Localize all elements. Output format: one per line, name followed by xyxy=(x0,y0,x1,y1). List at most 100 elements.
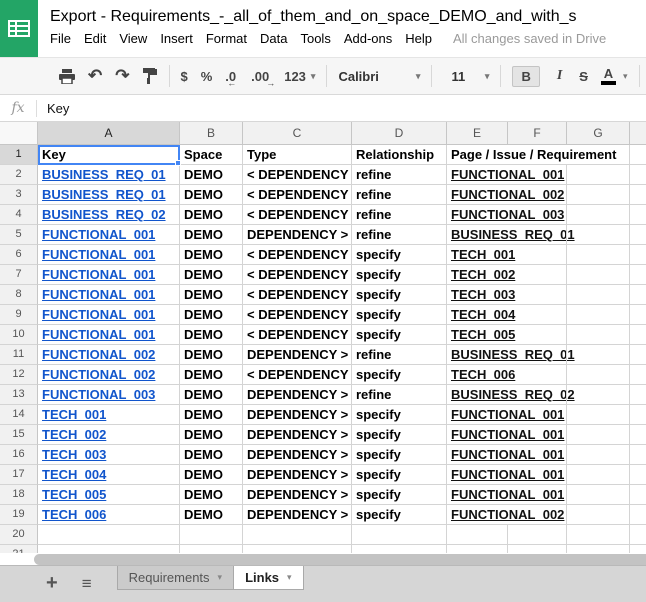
row-header-19[interactable]: 19 xyxy=(0,505,38,525)
cell-E19[interactable]: FUNCTIONAL_002 xyxy=(447,505,508,525)
row-header-13[interactable]: 13 xyxy=(0,385,38,405)
row-header-20[interactable]: 20 xyxy=(0,525,38,545)
row-header-6[interactable]: 6 xyxy=(0,245,38,265)
cell-B1[interactable]: Space xyxy=(180,145,243,165)
menu-edit[interactable]: Edit xyxy=(84,31,106,46)
key-link[interactable]: TECH_003 xyxy=(42,447,106,462)
cell-B7[interactable]: DEMO xyxy=(180,265,243,285)
row-header-7[interactable]: 7 xyxy=(0,265,38,285)
cell-C5[interactable]: DEPENDENCY > xyxy=(243,225,352,245)
cell-D10[interactable]: specify xyxy=(352,325,447,345)
cell-A17[interactable]: TECH_004 xyxy=(38,465,180,485)
cell-D5[interactable]: refine xyxy=(352,225,447,245)
cell-D3[interactable]: refine xyxy=(352,185,447,205)
cell-C18[interactable]: DEPENDENCY > xyxy=(243,485,352,505)
cell-F21[interactable] xyxy=(508,545,567,553)
cell-H10[interactable] xyxy=(630,325,646,345)
cell-D6[interactable]: specify xyxy=(352,245,447,265)
cell-H3[interactable] xyxy=(630,185,646,205)
cell-A7[interactable]: FUNCTIONAL_001 xyxy=(38,265,180,285)
cell-A21[interactable] xyxy=(38,545,180,553)
row-header-11[interactable]: 11 xyxy=(0,345,38,365)
cell-H11[interactable] xyxy=(630,345,646,365)
cell-H8[interactable] xyxy=(630,285,646,305)
italic-button[interactable]: I xyxy=(553,66,566,86)
column-header-D[interactable]: D xyxy=(352,122,447,145)
menu-addons[interactable]: Add-ons xyxy=(344,31,392,46)
menu-insert[interactable]: Insert xyxy=(160,31,193,46)
tab-links[interactable]: Links▾ xyxy=(234,566,304,590)
cell-B17[interactable]: DEMO xyxy=(180,465,243,485)
cell-E13[interactable]: BUSINESS_REQ_02 xyxy=(447,385,508,405)
cell-H2[interactable] xyxy=(630,165,646,185)
cell-C16[interactable]: DEPENDENCY > xyxy=(243,445,352,465)
cell-B3[interactable]: DEMO xyxy=(180,185,243,205)
cell-C13[interactable]: DEPENDENCY > xyxy=(243,385,352,405)
target-link[interactable]: TECH_006 xyxy=(451,367,515,382)
key-link[interactable]: BUSINESS_REQ_01 xyxy=(42,187,166,202)
cell-C3[interactable]: < DEPENDENCY xyxy=(243,185,352,205)
cell-D17[interactable]: specify xyxy=(352,465,447,485)
cell-A1[interactable]: Key xyxy=(38,145,180,165)
cell-H12[interactable] xyxy=(630,365,646,385)
cell-G1[interactable] xyxy=(567,145,630,165)
redo-button[interactable]: ↷ xyxy=(115,66,129,86)
key-link[interactable]: FUNCTIONAL_001 xyxy=(42,327,155,342)
cell-H13[interactable] xyxy=(630,385,646,405)
row-header-14[interactable]: 14 xyxy=(0,405,38,425)
currency-format-button[interactable]: $ xyxy=(181,69,188,84)
cell-D18[interactable]: specify xyxy=(352,485,447,505)
target-link[interactable]: TECH_001 xyxy=(451,247,515,262)
cell-F5[interactable] xyxy=(508,225,567,245)
cell-A9[interactable]: FUNCTIONAL_001 xyxy=(38,305,180,325)
key-link[interactable]: TECH_004 xyxy=(42,467,106,482)
cell-E15[interactable]: FUNCTIONAL_001 xyxy=(447,425,508,445)
formula-input[interactable]: Key xyxy=(37,101,69,116)
print-button[interactable] xyxy=(59,69,75,84)
cell-B20[interactable] xyxy=(180,525,243,545)
cell-A16[interactable]: TECH_003 xyxy=(38,445,180,465)
cell-E3[interactable]: FUNCTIONAL_002 xyxy=(447,185,508,205)
font-family-select[interactable]: Calibri▾ xyxy=(338,69,420,84)
cell-G14[interactable] xyxy=(567,405,630,425)
undo-button[interactable]: ↶ xyxy=(88,66,102,86)
cell-A15[interactable]: TECH_002 xyxy=(38,425,180,445)
cell-C6[interactable]: < DEPENDENCY xyxy=(243,245,352,265)
cell-F9[interactable] xyxy=(508,305,567,325)
cell-C8[interactable]: < DEPENDENCY xyxy=(243,285,352,305)
cell-D7[interactable]: specify xyxy=(352,265,447,285)
cell-F10[interactable] xyxy=(508,325,567,345)
cell-B16[interactable]: DEMO xyxy=(180,445,243,465)
horizontal-scrollbar-thumb[interactable] xyxy=(34,554,646,565)
cell-D8[interactable]: specify xyxy=(352,285,447,305)
cell-B21[interactable] xyxy=(180,545,243,553)
cell-B15[interactable]: DEMO xyxy=(180,425,243,445)
key-link[interactable]: TECH_002 xyxy=(42,427,106,442)
cell-E6[interactable]: TECH_001 xyxy=(447,245,508,265)
cell-A14[interactable]: TECH_001 xyxy=(38,405,180,425)
cell-G18[interactable] xyxy=(567,485,630,505)
cell-C17[interactable]: DEPENDENCY > xyxy=(243,465,352,485)
cell-G4[interactable] xyxy=(567,205,630,225)
menu-tools[interactable]: Tools xyxy=(300,31,330,46)
cell-F6[interactable] xyxy=(508,245,567,265)
cell-G13[interactable] xyxy=(567,385,630,405)
cell-C2[interactable]: < DEPENDENCY xyxy=(243,165,352,185)
font-size-select[interactable]: 11▾ xyxy=(443,69,489,84)
cell-D9[interactable]: specify xyxy=(352,305,447,325)
cell-E1[interactable]: Page / Issue / Requirement xyxy=(447,145,508,165)
menu-view[interactable]: View xyxy=(119,31,147,46)
cell-H6[interactable] xyxy=(630,245,646,265)
cell-G11[interactable] xyxy=(567,345,630,365)
cell-F17[interactable] xyxy=(508,465,567,485)
cell-C9[interactable]: < DEPENDENCY xyxy=(243,305,352,325)
all-sheets-button[interactable]: ≡ xyxy=(82,572,91,596)
target-link[interactable]: TECH_004 xyxy=(451,307,515,322)
target-link[interactable]: TECH_005 xyxy=(451,327,515,342)
tab-requirements[interactable]: Requirements▾ xyxy=(117,566,234,590)
cell-F1[interactable] xyxy=(508,145,567,165)
cell-E16[interactable]: FUNCTIONAL_001 xyxy=(447,445,508,465)
cell-F7[interactable] xyxy=(508,265,567,285)
row-header-1[interactable]: 1 xyxy=(0,145,38,165)
cell-A13[interactable]: FUNCTIONAL_003 xyxy=(38,385,180,405)
